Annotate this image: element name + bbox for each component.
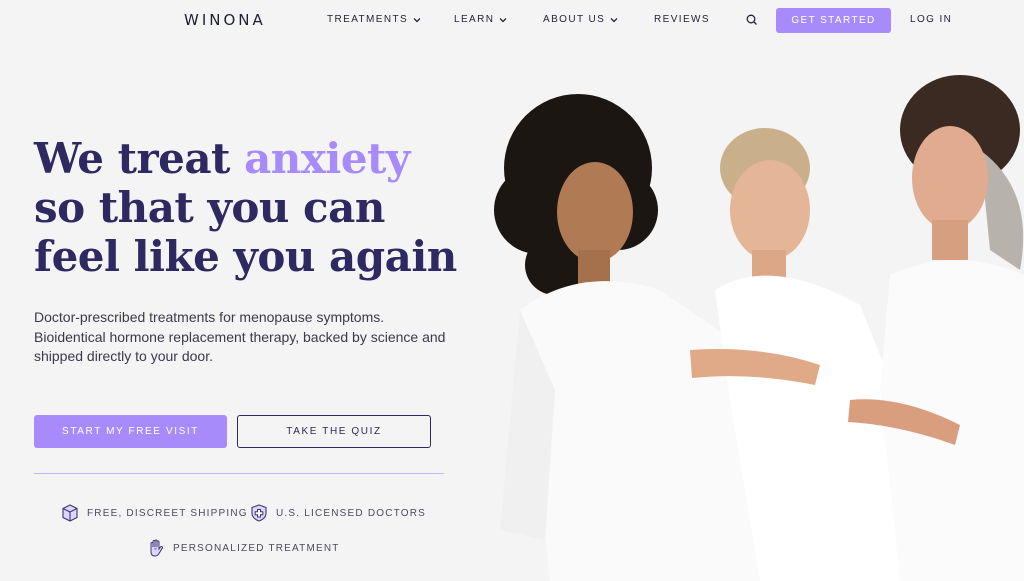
site-header: WINONA TREATMENTS LEARN ABOUT US REVIEWS… — [0, 0, 1024, 40]
feature-shipping-label: FREE, DISCREET SHIPPING — [87, 507, 248, 519]
nav-treatments-label: TREATMENTS — [327, 14, 409, 25]
shield-cross-icon — [251, 504, 267, 522]
headline-accent: anxiety — [244, 134, 410, 183]
hero-photo-illustration — [460, 60, 1024, 581]
nav-treatments[interactable]: TREATMENTS — [327, 14, 422, 25]
get-started-button[interactable]: GET STARTED — [776, 8, 891, 33]
nav-about-us[interactable]: ABOUT US — [543, 14, 619, 25]
chevron-down-icon — [413, 17, 421, 22]
nav-learn[interactable]: LEARN — [454, 14, 508, 25]
logo[interactable]: WINONA — [184, 11, 266, 29]
hero-photo — [460, 60, 1024, 581]
start-free-visit-button[interactable]: START MY FREE VISIT — [34, 415, 227, 448]
nav-about-us-label: ABOUT US — [543, 14, 606, 25]
feature-personalized-label: PERSONALIZED TREATMENT — [173, 542, 340, 554]
box-icon — [62, 504, 78, 522]
hero-subtext: Doctor-prescribed treatments for menopau… — [34, 309, 446, 364]
divider — [34, 473, 444, 474]
headline-text-2: so that you can feel like you again. — [34, 183, 471, 281]
take-quiz-button[interactable]: TAKE THE QUIZ — [237, 415, 431, 448]
feature-shipping: FREE, DISCREET SHIPPING — [60, 503, 248, 523]
nav-reviews[interactable]: REVIEWS — [654, 14, 710, 25]
nav-reviews-label: REVIEWS — [654, 14, 710, 25]
login-link[interactable]: LOG IN — [910, 14, 952, 25]
hand-heart-icon — [150, 539, 163, 557]
chevron-down-icon — [499, 17, 507, 22]
nav-learn-label: LEARN — [454, 14, 495, 25]
feature-personalized: PERSONALIZED TREATMENT — [146, 538, 340, 558]
chevron-down-icon — [610, 17, 618, 22]
search-icon[interactable] — [745, 13, 759, 27]
hero-headline: We treat anxiety so that you can feel li… — [34, 134, 474, 281]
feature-doctors: U.S. LICENSED DOCTORS — [249, 503, 426, 523]
feature-doctors-label: U.S. LICENSED DOCTORS — [276, 507, 427, 519]
headline-text-1: We treat — [34, 134, 245, 183]
